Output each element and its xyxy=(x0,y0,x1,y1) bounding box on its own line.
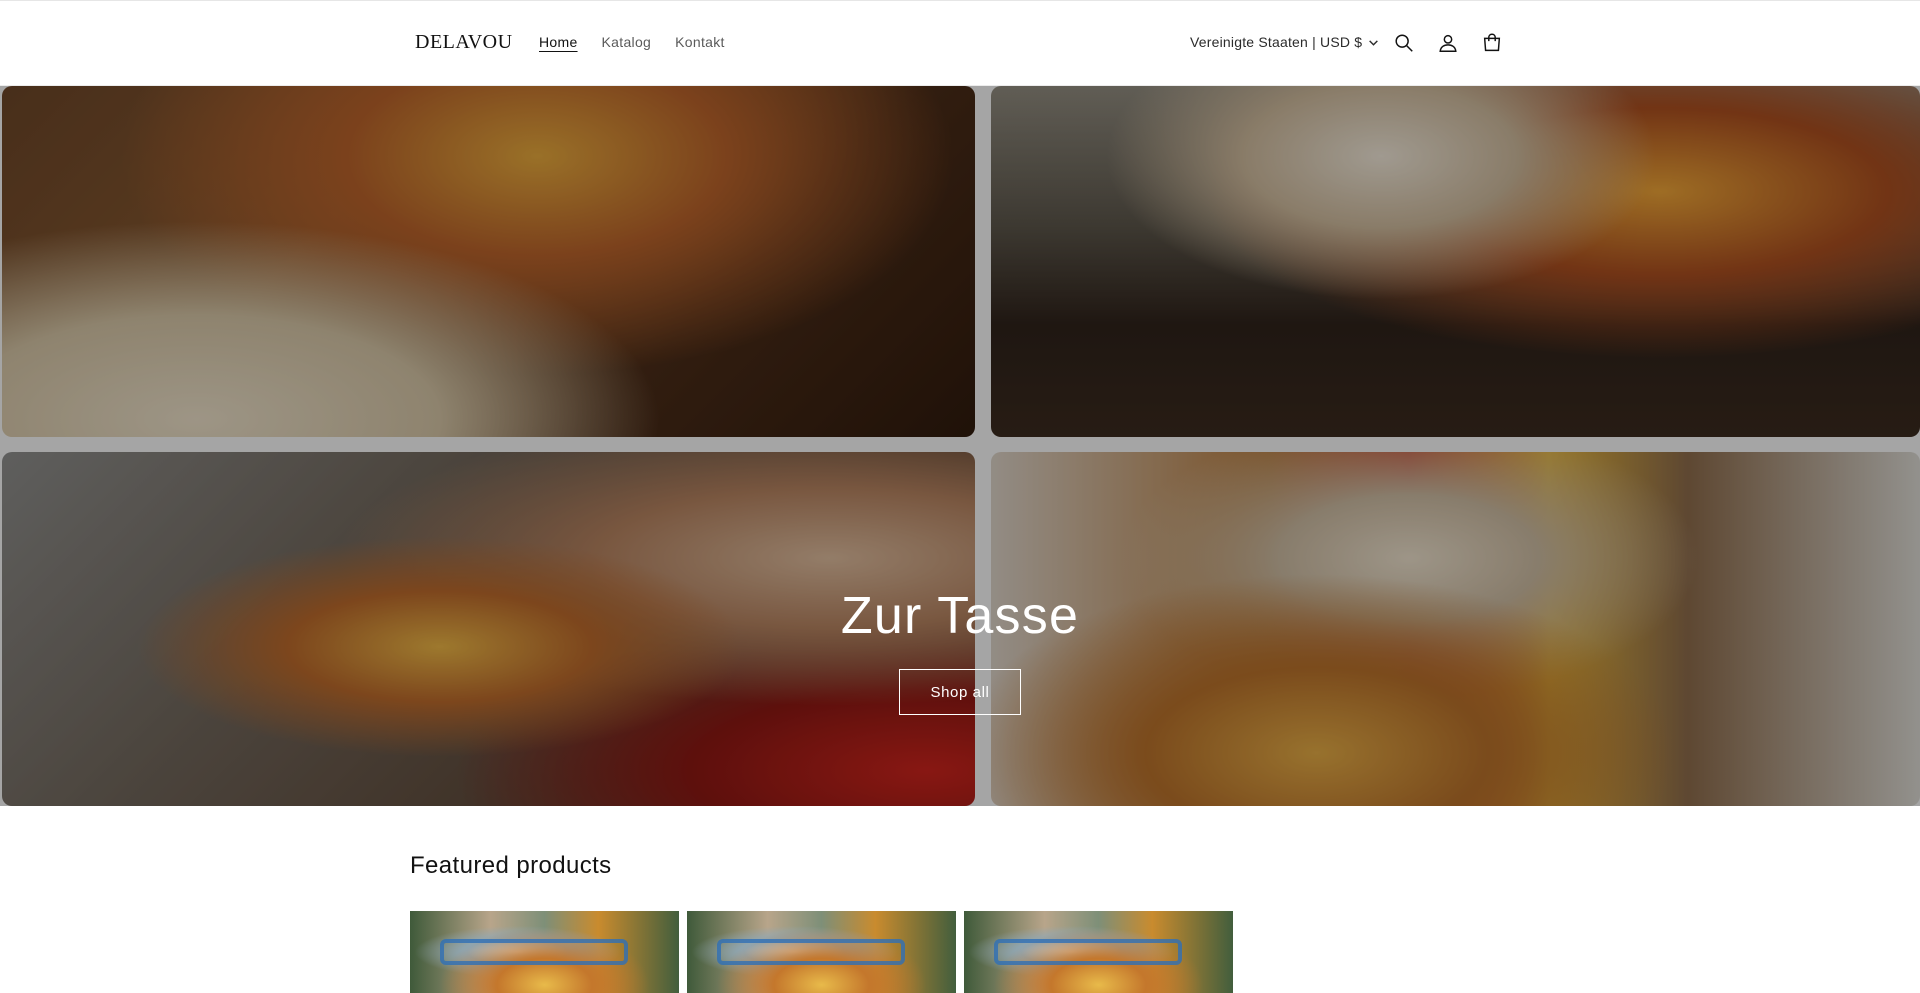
site-header: DELAVOU Home Katalog Kontakt Vereinigte … xyxy=(0,0,1920,86)
nav-kontakt-link[interactable]: Kontakt xyxy=(675,34,725,50)
product-card[interactable] xyxy=(410,911,679,993)
store-logo[interactable]: DELAVOU xyxy=(415,31,513,54)
shop-all-button[interactable]: Shop all xyxy=(899,669,1021,715)
hero-content: Zur Tasse Shop all xyxy=(0,86,1920,806)
main-nav: Home Katalog Kontakt xyxy=(539,34,725,50)
featured-products-grid xyxy=(410,911,1233,993)
cart-button[interactable] xyxy=(1479,30,1505,56)
product-card[interactable] xyxy=(964,911,1233,993)
account-button[interactable] xyxy=(1435,30,1461,56)
search-icon xyxy=(1395,34,1413,52)
nav-katalog-link[interactable]: Katalog xyxy=(602,34,652,50)
product-card[interactable] xyxy=(687,911,956,993)
hero-title: Zur Tasse xyxy=(840,587,1080,645)
search-button[interactable] xyxy=(1391,30,1417,56)
nav-home-link[interactable]: Home xyxy=(539,34,578,50)
chevron-down-icon xyxy=(1369,39,1379,46)
country-currency-selector[interactable]: Vereinigte Staaten | USD $ xyxy=(1190,34,1379,50)
account-icon xyxy=(1439,34,1457,52)
hero-banner: Zur Tasse Shop all xyxy=(0,86,1920,806)
cart-icon xyxy=(1483,33,1501,52)
featured-products-heading: Featured products xyxy=(410,852,612,879)
country-currency-label: Vereinigte Staaten | USD $ xyxy=(1190,34,1363,50)
